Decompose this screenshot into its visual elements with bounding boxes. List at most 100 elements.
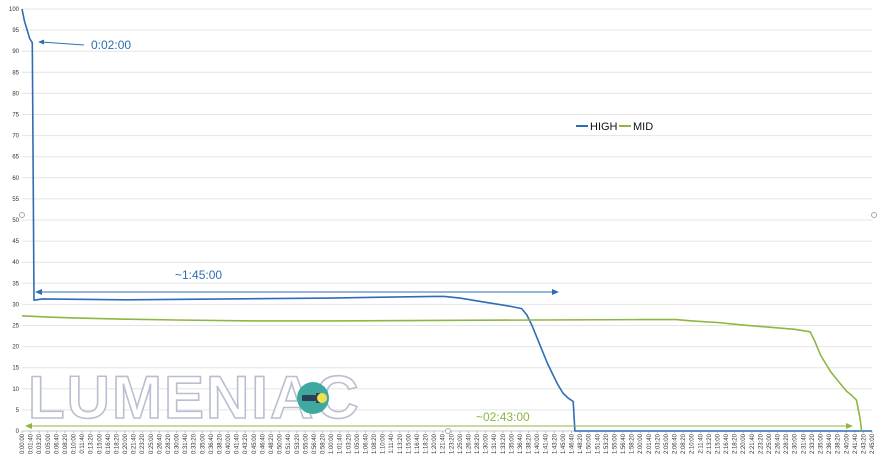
x-tick-label: 0:20:00 <box>123 433 129 454</box>
y-tick-label: 30 <box>12 302 19 308</box>
x-tick-label: 0:41:40 <box>235 433 241 454</box>
x-tick-label: 0:00:00 <box>20 433 26 454</box>
runtime-chart: 0510152025303540455055606570758085909510… <box>9 7 877 454</box>
x-tick-label: 0:28:20 <box>166 433 172 454</box>
x-tick-label: 2:35:00 <box>819 433 825 454</box>
x-tick-label: 0:25:00 <box>149 433 155 454</box>
y-tick-label: 55 <box>12 197 19 203</box>
x-tick-label: 1:11:40 <box>389 433 395 453</box>
x-tick-label: 2:03:20 <box>655 433 661 454</box>
x-tick-label: 2:30:00 <box>793 433 799 454</box>
x-tick-label: 1:53:20 <box>604 433 610 454</box>
watermark: LUMENIAC <box>27 363 359 432</box>
annotation-high-drop: 0:02:00 <box>38 38 131 52</box>
x-tick-label: 0:51:40 <box>286 433 292 454</box>
x-tick-label: 1:26:40 <box>466 433 472 454</box>
x-tick-label: 2:13:20 <box>707 433 713 454</box>
legend-item-mid: MID <box>619 121 653 133</box>
x-tick-label: 1:58:20 <box>630 433 636 454</box>
x-tick-label: 0:58:20 <box>321 433 327 454</box>
x-tick-label: 1:51:40 <box>595 433 601 454</box>
x-tick-label: 1:30:00 <box>484 433 490 454</box>
x-tick-label: 0:36:40 <box>209 433 215 454</box>
x-tick-label: 0:10:00 <box>72 433 78 454</box>
x-tick-label: 1:01:40 <box>338 433 344 454</box>
annotation-label-2: ~02:43:00 <box>476 410 530 424</box>
x-tick-label: 1:08:20 <box>372 433 378 454</box>
x-tick-label: 1:41:40 <box>544 433 550 454</box>
legend-item-high: HIGH <box>576 121 618 133</box>
x-tick-label: 2:40:00 <box>844 433 850 454</box>
x-tick-label: 1:15:00 <box>406 433 412 454</box>
y-tick-label: 40 <box>12 260 19 266</box>
x-tick-label: 1:28:20 <box>475 433 481 454</box>
x-tick-label: 0:33:20 <box>192 433 198 454</box>
x-tick-label: 0:18:20 <box>114 433 120 454</box>
x-tick-label: 2:00:00 <box>638 433 644 454</box>
x-tick-label: 0:08:20 <box>63 433 69 454</box>
annotation-high-runtime: ~1:45:00 <box>35 268 559 295</box>
x-tick-label: 2:08:20 <box>681 433 687 454</box>
flashlight-icon <box>297 382 329 414</box>
x-tick-label: 1:43:20 <box>552 433 558 454</box>
x-tick-label: 1:00:00 <box>329 433 335 454</box>
resize-handle-bottom[interactable] <box>445 428 451 434</box>
y-tick-label: 75 <box>12 113 19 119</box>
x-tick-label: 0:40:00 <box>226 433 232 454</box>
y-axis-ticks: 0510152025303540455055606570758085909510… <box>9 7 20 435</box>
x-tick-label: 1:10:00 <box>381 433 387 454</box>
y-tick-label: 15 <box>12 366 19 372</box>
x-tick-label: 0:35:00 <box>200 433 206 454</box>
x-tick-label: 1:13:20 <box>398 433 404 454</box>
y-tick-label: 65 <box>12 155 19 161</box>
x-tick-label: 1:36:40 <box>518 433 524 454</box>
x-tick-label: 1:06:40 <box>363 433 369 454</box>
x-tick-label: 2:15:00 <box>715 433 721 454</box>
x-tick-label: 2:33:20 <box>810 433 816 454</box>
x-tick-label: 0:38:20 <box>217 433 223 454</box>
x-tick-label: 1:50:00 <box>587 433 593 454</box>
x-tick-label: 2:01:40 <box>647 433 653 454</box>
x-tick-label: 0:01:40 <box>29 433 35 454</box>
x-tick-label: 2:11:40 <box>698 433 704 453</box>
x-tick-label: 2:06:40 <box>673 433 679 454</box>
x-tick-label: 0:30:00 <box>175 433 181 454</box>
resize-handle-right[interactable] <box>871 212 877 218</box>
x-tick-label: 1:55:00 <box>612 433 618 454</box>
x-tick-label: 1:56:40 <box>621 433 627 454</box>
x-tick-label: 0:03:20 <box>37 433 43 454</box>
x-tick-label: 0:50:00 <box>278 433 284 454</box>
x-axis-ticks: 0:00:00 0:01:40 0:03:20 0:05:00 0:06:40 0:08:… <box>20 431 876 454</box>
x-tick-label: 1:38:20 <box>527 433 533 454</box>
x-tick-label: 0:31:40 <box>183 433 189 454</box>
x-tick-label: 0:05:00 <box>46 433 52 454</box>
x-tick-label: 2:16:40 <box>724 433 730 454</box>
y-tick-label: 95 <box>12 28 19 34</box>
x-tick-label: 1:23:20 <box>449 433 455 454</box>
y-tick-label: 35 <box>12 281 19 287</box>
legend: HIGH MID <box>576 121 653 133</box>
annotation-label-1: ~1:45:00 <box>175 268 222 282</box>
y-tick-label: 5 <box>16 408 20 414</box>
x-tick-label: 1:03:20 <box>346 433 352 454</box>
x-tick-label: 1:16:40 <box>415 433 421 454</box>
x-tick-label: 1:20:00 <box>432 433 438 454</box>
resize-handle-left[interactable] <box>19 212 25 218</box>
x-tick-label: 0:26:40 <box>157 433 163 454</box>
x-tick-label: 2:41:40 <box>853 433 859 454</box>
x-tick-label: 2:18:20 <box>733 433 739 454</box>
x-tick-label: 1:45:00 <box>561 433 567 454</box>
y-tick-label: 100 <box>9 7 20 13</box>
legend-label-high: HIGH <box>590 121 618 133</box>
x-tick-label: 2:10:00 <box>690 433 696 454</box>
x-tick-label: 0:15:00 <box>97 433 103 454</box>
x-tick-label: 0:23:20 <box>140 433 146 454</box>
x-tick-label: 2:38:20 <box>836 433 842 454</box>
y-tick-label: 50 <box>12 218 19 224</box>
x-tick-label: 1:21:40 <box>441 433 447 454</box>
annotation-label-0: 0:02:00 <box>91 38 131 52</box>
x-tick-label: 1:46:40 <box>570 433 576 454</box>
y-tick-label: 90 <box>12 49 19 55</box>
x-tick-label: 2:31:40 <box>801 433 807 454</box>
x-tick-label: 1:25:00 <box>458 433 464 454</box>
